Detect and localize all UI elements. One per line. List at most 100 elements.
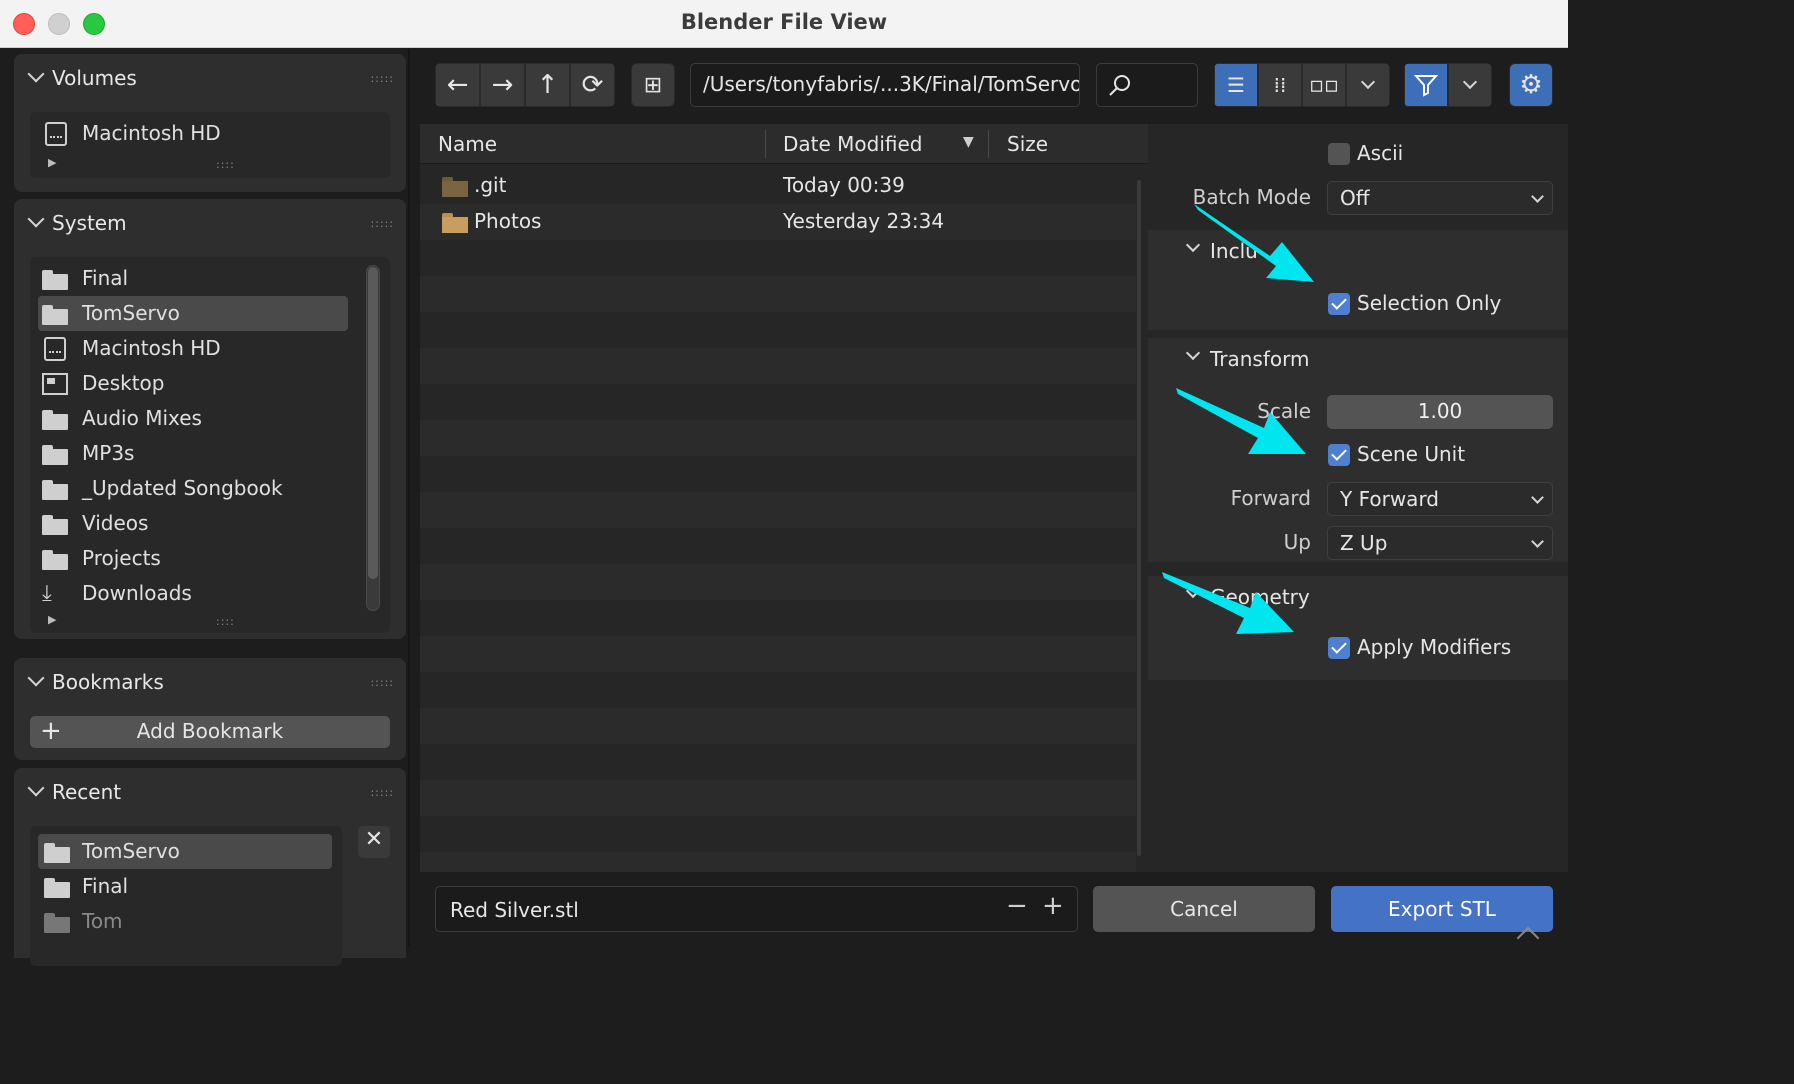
clear-recent-button[interactable]: ✕: [358, 826, 390, 858]
column-date-modified[interactable]: Date Modified: [783, 132, 923, 156]
directory-path-input[interactable]: /Users/tonyfabris/...3K/Final/TomServo/: [690, 63, 1080, 107]
apply-modifiers-checkbox[interactable]: [1328, 637, 1350, 659]
forward-axis-dropdown[interactable]: Y Forward: [1327, 482, 1553, 516]
system-item-label: MP3s: [82, 441, 135, 465]
volumes-panel: Volumes ::::: Macintosh HD ▶ ::::: [14, 54, 406, 192]
system-item-projects[interactable]: Projects: [38, 541, 348, 576]
desktop-icon: [42, 373, 68, 395]
file-list: Name Date Modified ▼ Size .git Today 00:…: [420, 124, 1148, 872]
recent-title: Recent: [52, 780, 122, 804]
bookmarks-panel-header[interactable]: Bookmarks :::::: [14, 658, 406, 706]
folder-icon: [44, 843, 70, 863]
system-item-videos[interactable]: Videos: [38, 506, 348, 541]
filter-options-dropdown[interactable]: [1448, 63, 1492, 107]
hard-drive-icon: [45, 122, 67, 146]
system-item-final[interactable]: Final: [38, 261, 348, 296]
up-label: Up: [1283, 530, 1311, 554]
recent-item-final[interactable]: Final: [38, 869, 332, 904]
system-item-audio-mixes[interactable]: Audio Mixes: [38, 401, 348, 436]
folder-icon: [42, 445, 68, 465]
general-section: Ascii Batch Mode Off: [1148, 124, 1568, 224]
thumbnail-view-button[interactable]: ▫▫: [1302, 63, 1346, 107]
apply-modifiers-label: Apply Modifiers: [1357, 635, 1512, 659]
row-stripe: [420, 492, 1136, 528]
expand-triangle-icon[interactable]: ▶: [48, 156, 56, 169]
search-icon: [1109, 75, 1130, 96]
file-row-git[interactable]: .git Today 00:39: [420, 168, 1136, 204]
cancel-button[interactable]: Cancel: [1093, 886, 1315, 932]
system-item-tomservo[interactable]: TomServo: [38, 296, 348, 331]
ascii-checkbox[interactable]: [1328, 143, 1350, 165]
parent-directory-button[interactable]: ↑: [525, 63, 570, 107]
increment-button[interactable]: +: [1042, 891, 1064, 921]
recent-panel-header[interactable]: Recent :::::: [14, 768, 406, 816]
chevron-down-icon: [1185, 237, 1201, 253]
horizontal-list-view-button[interactable]: ⁞⁞: [1258, 63, 1302, 107]
system-item-label: Videos: [82, 511, 149, 535]
recent-item-tomservo[interactable]: TomServo: [38, 834, 332, 869]
vertical-list-view-button[interactable]: ☰: [1214, 63, 1258, 107]
chevron-down-icon: [27, 779, 45, 797]
system-item-macintosh-hd[interactable]: Macintosh HD: [38, 331, 348, 366]
column-header: Name Date Modified ▼ Size: [420, 124, 1148, 164]
scale-field[interactable]: 1.00: [1327, 395, 1553, 429]
transform-section-header[interactable]: Transform: [1148, 338, 1568, 380]
search-input[interactable]: [1096, 63, 1198, 107]
chevron-down-icon: [1531, 190, 1544, 203]
system-item-updated-songbook[interactable]: _Updated Songbook: [38, 471, 348, 506]
filename-input[interactable]: Red Silver.stl − +: [435, 886, 1078, 932]
back-arrow-button[interactable]: ←: [435, 63, 480, 107]
system-list-scrollbar[interactable]: [366, 265, 380, 611]
export-stl-button[interactable]: Export STL: [1331, 886, 1553, 932]
recent-item-label: Tom: [82, 909, 123, 933]
expand-triangle-icon[interactable]: ▶: [48, 613, 56, 626]
scrollbar-thumb[interactable]: [368, 267, 378, 579]
file-list-scrollbar[interactable]: [1137, 180, 1141, 856]
filter-toggle-button[interactable]: [1404, 63, 1448, 107]
transform-title: Transform: [1210, 347, 1310, 371]
volume-label: Macintosh HD: [82, 121, 221, 145]
system-item-mp3s[interactable]: MP3s: [38, 436, 348, 471]
chevron-down-icon: [27, 65, 45, 83]
row-stripe: [420, 672, 1136, 708]
drag-grip-icon[interactable]: :::::: [370, 72, 394, 85]
drag-grip-icon[interactable]: :::::: [370, 676, 394, 689]
forward-arrow-button[interactable]: →: [480, 63, 525, 107]
chevron-down-icon: [1462, 74, 1478, 90]
resize-grip-icon[interactable]: ::::: [216, 158, 235, 171]
volumes-panel-header[interactable]: Volumes :::::: [14, 54, 406, 102]
refresh-button[interactable]: ⟳: [570, 63, 615, 107]
row-stripe: [420, 420, 1136, 456]
up-axis-dropdown[interactable]: Z Up: [1327, 526, 1553, 560]
decrement-button[interactable]: −: [1006, 891, 1028, 921]
resize-grip-icon[interactable]: ::::: [216, 615, 235, 628]
batch-mode-dropdown[interactable]: Off: [1327, 181, 1553, 215]
system-item-downloads[interactable]: ⤓ Downloads: [38, 576, 348, 611]
drag-grip-icon[interactable]: :::::: [370, 217, 394, 230]
recent-list: TomServo Final Tom: [30, 826, 342, 966]
include-section-header[interactable]: Inclu: [1148, 230, 1568, 272]
new-folder-button[interactable]: ⊞: [631, 63, 675, 107]
column-name[interactable]: Name: [438, 132, 497, 156]
export-properties-panel: Ascii Batch Mode Off Inclu Selection Onl…: [1148, 124, 1568, 872]
volume-item-macintosh-hd[interactable]: Macintosh HD: [30, 116, 390, 151]
up-value: Z Up: [1340, 531, 1388, 555]
ascii-label: Ascii: [1357, 141, 1404, 165]
scene-unit-checkbox[interactable]: [1328, 444, 1350, 466]
display-mode-group: ☰ ⁞⁞ ▫▫: [1214, 63, 1390, 107]
batch-mode-value: Off: [1340, 186, 1370, 210]
system-item-desktop[interactable]: Desktop: [38, 366, 348, 401]
add-bookmark-button[interactable]: + Add Bookmark: [30, 716, 390, 748]
row-stripe: [420, 564, 1136, 600]
file-row-photos[interactable]: Photos Yesterday 23:34: [420, 204, 1136, 240]
view-options-dropdown[interactable]: [1346, 63, 1390, 107]
folder-icon: [42, 410, 68, 430]
drag-grip-icon[interactable]: :::::: [370, 786, 394, 799]
recent-item-tom[interactable]: Tom: [38, 904, 332, 939]
system-panel-header[interactable]: System :::::: [14, 199, 406, 247]
row-stripe: [420, 276, 1136, 312]
geometry-section-header[interactable]: Geometry: [1148, 576, 1568, 618]
selection-only-checkbox[interactable]: [1328, 293, 1350, 315]
column-size[interactable]: Size: [1007, 132, 1048, 156]
settings-gear-button[interactable]: ⚙: [1509, 63, 1553, 107]
